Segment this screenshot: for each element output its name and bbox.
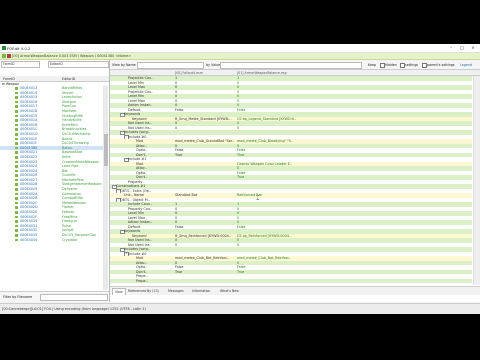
weapon-record-icon — [15, 201, 18, 205]
hidden-label: Hidden — [385, 62, 397, 67]
field-label: Prope.. — [136, 278, 148, 283]
weapon-record-icon — [15, 169, 18, 173]
record-scrollbar[interactable] — [473, 76, 480, 285]
master-column-header[interactable]: [00] Fallout4.esm — [175, 71, 203, 75]
weapon-record-icon — [15, 128, 18, 131]
close-button[interactable]: × — [468, 45, 478, 51]
weapon-record-icon — [15, 155, 18, 159]
tab-information[interactable]: Information — [192, 289, 210, 293]
tab-messages[interactable]: Messages — [168, 289, 184, 293]
filename-filter-input[interactable] — [40, 294, 108, 301]
weapon-record-icon — [15, 224, 18, 228]
weapon-record-icon — [15, 206, 18, 210]
view-by-name-label: View by Name — [112, 62, 136, 67]
weapon-record-icon — [15, 183, 18, 187]
weapon-record-icon — [15, 229, 18, 232]
record-tree: Projectile Cou.. 1 1 Level Min 0 0 Level Max 0 0… — [110, 76, 472, 285]
legend-link[interactable]: Legend — [460, 63, 472, 67]
weapon-record-icon — [15, 119, 18, 122]
record-list-item[interactable]: 000E4034 Cryolator — [0, 238, 103, 243]
keep-label: Keep — [368, 62, 377, 67]
tab-view[interactable]: View — [112, 288, 126, 295]
app-window: FOEdit 4.0.2 – □ × [00] ArmorWeaponBalan… — [0, 44, 480, 314]
weapon-record-icon — [15, 238, 18, 242]
weapon-record-icon — [15, 96, 18, 99]
back-icon[interactable] — [2, 54, 6, 58]
app-icon — [1, 45, 6, 50]
editorid-filter-input[interactable]: EditorID — [48, 61, 109, 68]
weapon-record-icon — [15, 160, 18, 164]
bottom-tabs: View Referenced By (13) Messages Informatio… — [110, 286, 480, 295]
screen: { "window": { "title": "FOEdit 4.0.2", "… — [0, 0, 480, 360]
override-column-header[interactable]: [01] ArmorWeaponBalance.esp — [237, 71, 287, 75]
status-bar: [00:Canneberge][LA:01] FO4 | Using encod… — [0, 303, 480, 314]
weapon-record-icon — [15, 178, 18, 182]
by-value-label: by Value — [206, 62, 221, 67]
settings-label: settings — [405, 62, 419, 67]
name-filter-input[interactable] — [137, 62, 204, 69]
record-editorid: Cryolator — [62, 237, 78, 242]
record-view-pane: View by Name by Value Keep Hidden settin… — [110, 60, 480, 302]
weapon-record-icon — [15, 114, 18, 118]
mouse-cursor-icon: ⌶ — [256, 195, 260, 202]
weapon-record-icon — [15, 220, 18, 223]
filename-filter-label: Filter by Filename — [3, 295, 33, 299]
weapon-record-icon — [15, 87, 18, 90]
value-filter-input[interactable] — [220, 62, 362, 69]
title-bar: FOEdit 4.0.2 – □ × — [0, 44, 480, 53]
weapon-record-icon — [15, 132, 18, 136]
weapon-record-icon — [15, 188, 18, 191]
record-path-bar: [00] ArmorWeaponBalance 0.003 ESM \ Weap… — [0, 53, 480, 60]
nav-scrollbar[interactable] — [103, 86, 108, 290]
record-list: 000E4013 BanditRifles 000E4014 Shovel 000E40… — [0, 86, 103, 290]
record-field-row[interactable]: Prope.. — [110, 278, 472, 283]
formid-column-header[interactable]: FormID — [3, 77, 15, 81]
weapon-record-icon — [15, 123, 18, 127]
filename-filter-bar: Filter by Filename — [0, 291, 109, 302]
tab-what-s-new[interactable]: What's New — [220, 289, 239, 293]
record-path: [00] ArmorWeaponBalance 0.003 ESM \ Weap… — [12, 54, 132, 58]
weapon-record-icon — [15, 100, 18, 104]
weapon-record-icon — [15, 234, 18, 237]
weapon-record-icon — [15, 165, 18, 168]
parent-settings-label: parent's settings — [427, 62, 455, 67]
weapon-record-icon — [15, 146, 18, 150]
navigation-pane: FormID EditorID FormID EditorID ⊟ Weapon… — [0, 60, 110, 302]
weapon-record-icon — [15, 137, 18, 141]
weapon-record-icon — [15, 211, 18, 214]
weapon-record-icon — [15, 142, 18, 145]
view-toolbar: View by Name by Value Keep Hidden settin… — [110, 60, 480, 70]
nav-scrollbar-thumb[interactable] — [103, 134, 108, 166]
weapon-record-icon — [15, 109, 18, 113]
window-title: FOEdit 4.0.2 — [7, 46, 31, 51]
weapon-record-icon — [15, 192, 18, 196]
weapon-record-icon — [15, 197, 18, 200]
forward-icon[interactable] — [7, 54, 11, 58]
editorid-column-header[interactable]: EditorID — [62, 77, 75, 81]
tab-referenced-by-13[interactable]: Referenced By (13) — [128, 289, 159, 293]
formid-filter-input[interactable]: FormID — [1, 61, 40, 68]
weapon-record-icon — [15, 151, 18, 154]
weapon-record-icon — [15, 174, 18, 177]
weapon-record-icon — [15, 105, 18, 108]
status-text: [00:Canneberge][LA:01] FO4 | Using encod… — [2, 307, 146, 311]
maximize-button[interactable]: □ — [457, 45, 467, 51]
minimize-button[interactable]: – — [446, 45, 456, 51]
weapon-record-icon — [15, 91, 18, 95]
record-formid: 000E4034 — [20, 237, 38, 242]
weapon-record-icon — [15, 215, 18, 219]
